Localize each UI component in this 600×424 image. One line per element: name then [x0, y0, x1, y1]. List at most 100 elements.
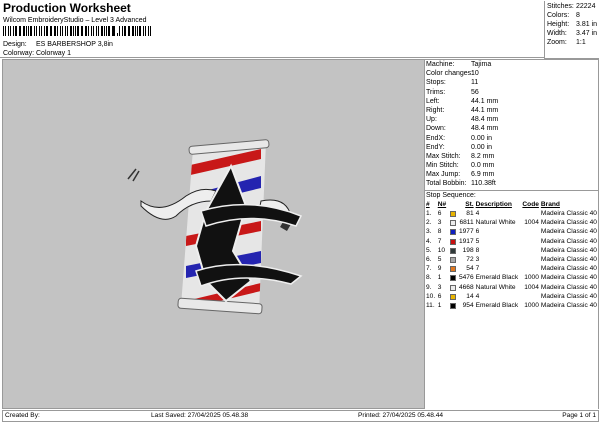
- stitch-cell: 6811: [449, 218, 474, 227]
- needle-number: 3: [437, 283, 442, 291]
- stop-number: 1.: [426, 210, 432, 218]
- software-name: Wilcom EmbroideryStudio – Level 3 Advanc…: [3, 17, 147, 24]
- barcode-bar: [144, 26, 146, 36]
- property-row: Max Stitch: 8.2 mm: [425, 152, 598, 161]
- barcode-bar: [4, 26, 6, 36]
- stitch-count: 72: [466, 256, 474, 264]
- stitch-cell: 4668: [449, 283, 474, 292]
- property-row: Left: 44.1 mm: [425, 97, 598, 106]
- stitch-count: 81: [466, 210, 474, 218]
- stat-value: 3.81 in: [576, 21, 598, 28]
- thread-description: 4: [475, 210, 480, 218]
- thread-brand: Madeira Classic 40: [540, 228, 597, 236]
- thread-description: 6: [475, 228, 480, 236]
- last-saved: Last Saved: 27/04/2025 05.48.38: [151, 412, 249, 419]
- property-row: Up: 48.4 mm: [425, 115, 598, 124]
- barcode-bar: [143, 26, 144, 36]
- stat-value: 22224: [576, 3, 596, 10]
- barcode-bar: [111, 26, 113, 36]
- column-header: St.: [465, 200, 474, 208]
- column-header: N#: [437, 200, 447, 208]
- color-swatch: [450, 211, 457, 218]
- property-label: Max Stitch:: [426, 152, 461, 160]
- barcode-bar: [129, 26, 131, 36]
- page-number: Page 1 of 1: [562, 412, 596, 419]
- thread-brand: Madeira Classic 40: [540, 274, 597, 282]
- design-stats: Stitches: 22224 Colors: 8 Height: 3.81 in Widt…: [544, 1, 599, 59]
- stat-row: Zoom: 1:1: [547, 38, 597, 47]
- property-value: 6.9 mm: [471, 171, 495, 179]
- stat-label: Height:: [547, 21, 570, 28]
- property-value: 56: [471, 88, 479, 96]
- thread-brand: Madeira Classic 40: [540, 237, 597, 245]
- needle-number: 1: [437, 274, 442, 282]
- thread-description: Natural White: [475, 219, 516, 227]
- thread-brand: Madeira Classic 40: [540, 210, 597, 218]
- property-label: Max Jump:: [426, 171, 461, 179]
- property-label: Trims:: [426, 88, 446, 96]
- stitch-cell: 1977: [449, 227, 474, 236]
- stat-label: Width:: [547, 30, 567, 37]
- stat-label: Zoom:: [547, 39, 567, 46]
- thread-code: 1000: [524, 301, 539, 309]
- stat-label: Colors:: [547, 12, 570, 19]
- color-swatch: [450, 284, 457, 291]
- property-value: 44.1 mm: [471, 97, 499, 105]
- property-value: 0.0 mm: [471, 162, 495, 170]
- barcode-bar: [56, 26, 58, 36]
- color-swatch: [450, 229, 457, 236]
- thread-description: 7: [475, 265, 480, 273]
- stop-number: 7.: [426, 265, 432, 273]
- barcode-bar: [147, 26, 150, 36]
- property-row: Color changes:10: [425, 69, 598, 78]
- barcode-bar: [66, 26, 68, 36]
- barcode-bar: [108, 26, 110, 36]
- barcode-bar: [61, 26, 64, 36]
- property-value: 48.4 mm: [471, 116, 499, 124]
- property-row: Total Bobbin: 110.38ft: [425, 179, 598, 188]
- property-value: 8.2 mm: [471, 152, 495, 160]
- colorway-row: Colorway: Colorway 1: [3, 50, 71, 57]
- stitch-cell: 1917: [449, 237, 474, 246]
- thread-brand: Madeira Classic 40: [540, 219, 597, 227]
- stop-number: 8.: [426, 274, 432, 282]
- stitch-cell: 72: [449, 255, 474, 264]
- property-value: 110.38ft: [471, 180, 496, 188]
- properties-panel: Machine: Tajima Color changes:10 Stops: 11 Tr…: [425, 59, 599, 409]
- stitch-count: 6811: [459, 219, 474, 227]
- property-value: Tajima: [471, 61, 492, 68]
- column-header: #: [426, 200, 430, 208]
- thread-code: [519, 237, 540, 246]
- property-label: Min Stitch:: [426, 162, 459, 170]
- table-row: 3. 8 1977 6 Madeira Classic 40: [425, 227, 598, 236]
- barcode-bar: [14, 26, 17, 36]
- color-swatch: [450, 257, 457, 264]
- barcode-bar: [49, 26, 51, 36]
- barcode-bar: [116, 33, 119, 36]
- printed-date: Printed: 27/04/2025 05.48.44: [358, 412, 444, 419]
- column-header: Brand: [540, 200, 560, 208]
- stop-sequence: Stop Sequence: # N# St. Description Code Bran…: [425, 189, 598, 310]
- property-label: Color changes:: [426, 70, 474, 78]
- stop-number: 9.: [426, 283, 432, 291]
- stat-value: 1:1: [576, 39, 586, 46]
- stitch-count: 5476: [458, 274, 474, 282]
- thread-description: Emerald Black: [475, 274, 519, 282]
- barcode-bar: [119, 26, 120, 36]
- barcode-bar: [34, 26, 35, 36]
- property-label: Stops:: [426, 79, 446, 87]
- thread-code: [519, 292, 540, 301]
- thread-description: 8: [475, 246, 480, 254]
- stitch-cell: 81: [449, 209, 474, 218]
- barcode-bar: [123, 26, 126, 36]
- barcode-bar: [35, 26, 37, 36]
- stitch-count: 954: [462, 301, 474, 309]
- barcode-bar: [10, 26, 11, 36]
- table-row: 11. 1 954 Emerald Black 1000 Madeira Cla…: [425, 301, 598, 310]
- thread-description: Natural White: [475, 283, 516, 291]
- barcode-bar: [18, 26, 20, 36]
- worksheet-header: Production Worksheet Wilcom EmbroiderySt…: [0, 0, 544, 58]
- thread-brand: Madeira Classic 40: [540, 265, 597, 273]
- barcode-bar: [77, 26, 79, 36]
- barcode-bar: [80, 26, 82, 36]
